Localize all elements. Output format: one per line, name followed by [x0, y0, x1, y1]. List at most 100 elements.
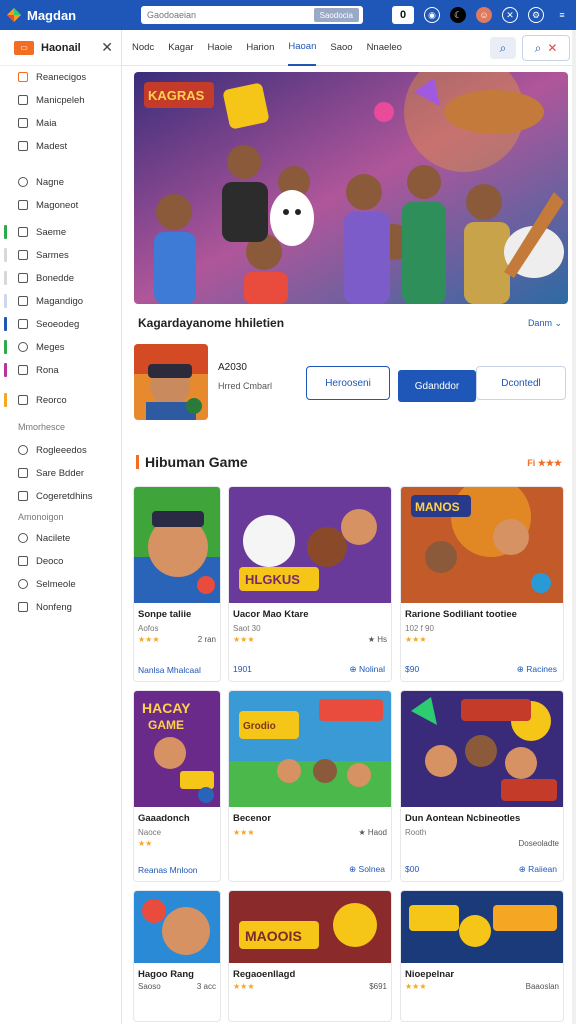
bookmark-icon [18, 95, 28, 105]
featured-thumbnail[interactable] [134, 344, 208, 420]
game-thumbnail [401, 891, 563, 963]
sidebar-item-rona[interactable]: Rona [0, 361, 121, 379]
download-icon [18, 556, 28, 566]
svg-text:Grodio: Grodio [243, 721, 276, 732]
section-more-link[interactable]: Fi ★★★ [527, 458, 562, 469]
sidebar-item-cogeretdhins[interactable]: Cogeretdhins [0, 487, 121, 505]
game-card[interactable]: Dun Aontean Ncbineotles Rooth Doseoladte… [400, 690, 564, 882]
search-button[interactable]: Saodocia [313, 8, 359, 22]
sidebar-header: ▭ Haonail ✕ [0, 30, 121, 66]
game-thumbnail [134, 891, 220, 963]
sidebar-section-label: Amonoigon [18, 512, 64, 522]
sidebar-item-bonedde[interactable]: Bonedde [0, 269, 121, 287]
clock-icon [18, 533, 28, 543]
settings-icon[interactable]: ⚙ [528, 7, 544, 23]
tab-nodc[interactable]: Nodc [132, 30, 154, 66]
app-brand: Magdan [27, 7, 77, 23]
logo-icon [7, 8, 21, 22]
game-thumbnail [134, 487, 220, 603]
calendar-icon [18, 273, 28, 283]
user-icon [18, 579, 28, 589]
game-card[interactable]: Hagoo Rang Saoso 3 acc [133, 890, 221, 1022]
sidebar-item-rogleeedos[interactable]: Rogleeedos [0, 441, 121, 459]
chart-icon [18, 296, 28, 306]
compass-icon[interactable]: ◉ [424, 7, 440, 23]
top-bar: Magdan Saodocia 0 ◉ ☾ ☺ ✕ ⚙ ≡ [0, 0, 576, 30]
featured-code: A2030 [218, 362, 247, 373]
search-bar[interactable]: Saodocia [141, 6, 363, 24]
game-card[interactable]: MANOS Rarione Sodiliant tootiee 102 f 90… [400, 486, 564, 682]
sidebar-item-meges[interactable]: Meges [0, 338, 121, 356]
featured-action-button[interactable]: Gdanddor [398, 370, 476, 402]
game-card[interactable]: MAOOIS Regaoenllagd ★★★ $691 [228, 890, 392, 1022]
sidebar-item-maia[interactable]: Maia [0, 114, 121, 132]
tab-saoo[interactable]: Saoo [330, 30, 352, 66]
game-card[interactable]: HLGKUS Uacor Mao Ktare Saot 30 ★★★ ★ Hs 1… [228, 486, 392, 682]
sidebar-item-nonfeng[interactable]: Nonfeng [0, 598, 121, 616]
list-icon [18, 250, 28, 260]
tag-icon [18, 319, 28, 329]
svg-text:KAGRAS: KAGRAS [148, 88, 205, 103]
svg-text:MANOS: MANOS [415, 500, 460, 514]
sidebar-item-nagne[interactable]: Nagne [0, 173, 121, 191]
file-icon [18, 395, 28, 405]
game-card[interactable]: Nioepelnar ★★★ Baaoslan [400, 890, 564, 1022]
zoom-icon[interactable]: ⌕ [535, 41, 542, 56]
sidebar-item-deoco[interactable]: Deoco [0, 552, 121, 570]
game-card[interactable]: Sonpe taliie Aofos ★★★ 2 ran Nanlsa Mhalc… [133, 486, 221, 682]
sidebar-item-reorco[interactable]: Reorco [0, 391, 121, 409]
game-thumbnail: Grodio [229, 691, 391, 807]
folder-icon [18, 227, 28, 237]
toolbar-buttons[interactable]: ⌕ ✕ [522, 35, 570, 61]
featured-primary-button[interactable]: Herooseni [306, 366, 390, 400]
menu-icon[interactable]: ≡ [554, 7, 570, 23]
sidebar-item-reanecigos[interactable]: Reanecigos [0, 68, 121, 86]
close-icon[interactable]: ✕ [502, 7, 518, 23]
sidebar-item-magandigo[interactable]: Magandigo [0, 292, 121, 310]
help-icon [18, 602, 28, 612]
sidebar-item-manicpeleh[interactable]: Manicpeleh [0, 91, 121, 109]
avatar[interactable]: ☺ [476, 7, 492, 23]
share-icon[interactable]: ✕ [547, 41, 557, 55]
sidebar-title: Haonail [41, 41, 81, 54]
game-card[interactable]: Grodio Becenor ★★★ ★ Haod ⊕ Solnea [228, 690, 392, 882]
cart-icon [18, 468, 28, 478]
sidebar-item-sare-bdder[interactable]: Sare Bdder [0, 464, 121, 482]
scrollbar[interactable] [572, 30, 576, 1024]
featured-secondary-button[interactable]: Dcontedl [476, 366, 566, 400]
section-title: Hibuman Game [136, 454, 248, 470]
notification-count-button[interactable]: 0 [392, 6, 414, 24]
sidebar-item-madest[interactable]: Madest [0, 137, 121, 155]
sidebar-item-sarmes[interactable]: Sarmes [0, 246, 121, 264]
tab-haoie[interactable]: Haoie [208, 30, 233, 66]
game-thumbnail: MANOS [401, 487, 563, 603]
hero-title: Kagardayanome hhiletien [138, 316, 285, 330]
game-thumbnail [401, 691, 563, 807]
game-thumbnail: HACAY GAME [134, 691, 220, 807]
svg-text:GAME: GAME [148, 718, 184, 732]
close-icon[interactable]: ✕ [101, 39, 113, 56]
box-icon [18, 365, 28, 375]
document-icon [18, 141, 28, 151]
sidebar-section-label: Mmorhesce [18, 422, 66, 432]
hero-link[interactable]: Danm ⌄ [528, 318, 562, 329]
moon-icon[interactable]: ☾ [450, 7, 466, 23]
tab-haoan[interactable]: Haoan [288, 30, 317, 66]
sidebar-item-magoneot[interactable]: Magoneot [0, 196, 121, 214]
tab-harion[interactable]: Harion [246, 30, 274, 66]
tab-bar: Nodc Kagar Haoie Harion Haoan Saoo Nnael… [122, 30, 576, 66]
grid-icon [18, 72, 28, 82]
tab-nnaeleo[interactable]: Nnaeleo [367, 30, 402, 66]
game-thumbnail: MAOOIS [229, 891, 391, 963]
search-icon[interactable]: ⌕ [490, 37, 516, 59]
sidebar-item-seoeodeg[interactable]: Seoeodeg [0, 315, 121, 333]
svg-text:MAOOIS: MAOOIS [245, 928, 302, 944]
search-input[interactable] [147, 10, 297, 20]
game-card[interactable]: HACAY GAME Gaaadonch Naoce ★★ Reanas Mnlo… [133, 690, 221, 882]
tab-kagar[interactable]: Kagar [168, 30, 193, 66]
sidebar-item-saeme[interactable]: Saeme [0, 223, 121, 241]
gift-icon [18, 491, 28, 501]
hero-banner[interactable]: KAGRAS [134, 72, 568, 304]
sidebar-item-selmeole[interactable]: Selmeole [0, 575, 121, 593]
sidebar-item-nacilete[interactable]: Nacilete [0, 529, 121, 547]
